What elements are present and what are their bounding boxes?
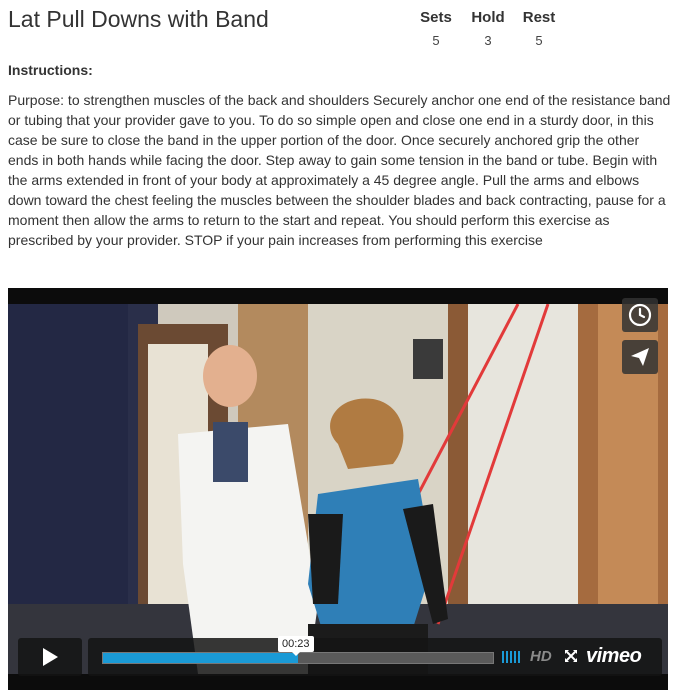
page-title: Lat Pull Downs with Band	[8, 6, 269, 32]
instructions-heading: Instructions:	[8, 62, 93, 78]
progress-fill	[103, 653, 298, 663]
stat-label: Sets	[420, 9, 452, 26]
play-icon	[43, 648, 58, 666]
fullscreen-button[interactable]	[564, 649, 578, 668]
hd-button[interactable]: HD	[530, 648, 552, 665]
watch-later-button[interactable]	[622, 298, 658, 332]
clock-icon	[628, 303, 652, 327]
control-bar: 00:23 HD vimeo	[88, 636, 662, 676]
share-button[interactable]	[622, 340, 658, 374]
video-player[interactable]: 00:23 HD vimeo	[8, 288, 668, 690]
progress-bar[interactable]: 00:23	[102, 636, 494, 664]
video-controls: 00:23 HD vimeo	[18, 636, 662, 676]
exercise-stats: Sets 5 Hold 3 Rest 5	[410, 9, 580, 49]
volume-control[interactable]	[502, 651, 520, 663]
stat-sets: Sets 5	[410, 9, 462, 50]
stat-label: Hold	[471, 9, 505, 26]
video-frame[interactable]	[8, 304, 668, 674]
fullscreen-icon	[565, 650, 577, 662]
volume-icon	[502, 651, 504, 663]
stat-value: 3	[484, 33, 492, 48]
stat-value: 5	[535, 33, 543, 48]
stat-rest: Rest 5	[513, 9, 565, 50]
stat-value: 5	[432, 33, 440, 48]
send-icon	[631, 348, 649, 366]
vimeo-logo[interactable]: vimeo	[586, 645, 642, 668]
stat-label: Rest	[522, 9, 556, 26]
current-time: 00:23	[278, 636, 314, 656]
instructions-text: Purpose: to strengthen muscles of the ba…	[8, 92, 671, 248]
play-button[interactable]	[18, 638, 82, 676]
stat-hold: Hold 3	[462, 9, 514, 50]
